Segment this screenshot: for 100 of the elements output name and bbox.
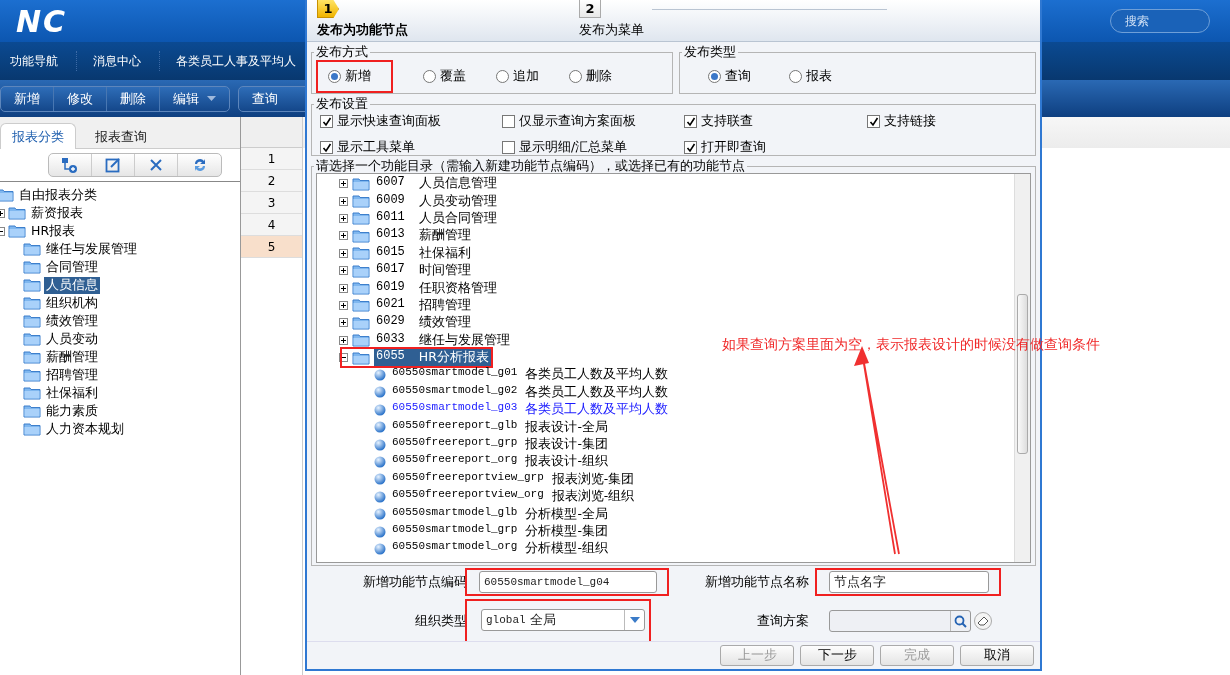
folder-icon (23, 350, 41, 364)
search-field[interactable]: 搜索 (1110, 9, 1210, 33)
radio-button[interactable] (328, 69, 341, 83)
tree-item[interactable]: 60550smartmodel_g02 各类员工人数及平均人数 (390, 383, 671, 401)
panel-tab[interactable]: 报表查询 (76, 123, 166, 149)
radio-button[interactable] (569, 69, 582, 83)
folder-icon (352, 211, 370, 226)
checkbox[interactable] (684, 141, 697, 154)
tree-item[interactable]: 60550smartmodel_grp 分析模型-集团 (390, 523, 610, 540)
tree-item[interactable]: 6009 人员变动管理 (374, 192, 499, 210)
tree-item[interactable]: 人员变动 (44, 330, 100, 348)
toolbar-button[interactable]: 删除 (107, 86, 160, 111)
checkbox[interactable] (502, 115, 515, 128)
radio-option[interactable]: 查询 (708, 67, 751, 85)
radio-option[interactable]: 删除 (569, 67, 612, 85)
expand-icon[interactable] (339, 266, 348, 276)
toolbar-button[interactable]: 新增 (1, 86, 54, 111)
tree-item[interactable]: HR报表 (29, 222, 78, 240)
node-icon (374, 386, 386, 399)
radio-option[interactable]: 覆盖 (423, 67, 466, 85)
checkbox-option[interactable]: 仅显示查询方案面板 (502, 113, 684, 130)
checkbox[interactable] (502, 141, 515, 154)
tree-item[interactable]: 6029 绩效管理 (374, 314, 473, 332)
tree-item[interactable]: 60550freereportview_grp 报表浏览-集团 (390, 470, 637, 488)
expand-icon[interactable] (339, 231, 348, 241)
tree-item[interactable]: 60550smartmodel_g01 各类员工人数及平均人数 (390, 366, 671, 384)
radio-option[interactable]: 新增 (328, 67, 371, 85)
search-icon[interactable] (954, 614, 967, 628)
tree-item[interactable]: 60550smartmodel_org 分析模型-组织 (390, 540, 610, 558)
toolbar-button[interactable]: 编辑 (160, 86, 229, 111)
nav-tab[interactable]: 功能导航 (0, 51, 77, 71)
eraser-icon[interactable] (974, 612, 992, 630)
group-legend: 请选择一个功能目录（需输入新建功能节点编码），或选择已有的功能节点 (314, 158, 747, 175)
tree-item[interactable]: 薪资报表 (29, 204, 85, 222)
tree-item[interactable]: 6015 社保福利 (374, 244, 473, 262)
checkbox-option[interactable]: 显示快速查询面板 (320, 113, 502, 130)
nav-tab[interactable]: 各类员工人事及平均人 (160, 51, 296, 71)
folder-icon (23, 314, 41, 328)
tree-item[interactable]: 继任与发展管理 (44, 240, 139, 258)
expand-icon[interactable] (339, 300, 348, 310)
tree-item[interactable]: 60550smartmodel_g03 各类员工人数及平均人数 (390, 401, 671, 419)
tree-item[interactable]: 自由报表分类 (17, 186, 99, 204)
node-icon (374, 490, 386, 503)
expand-icon[interactable] (339, 179, 348, 189)
text-field[interactable]: 60550smartmodel_g04 (479, 571, 657, 593)
expand-icon[interactable] (339, 213, 348, 223)
checkbox[interactable] (320, 141, 333, 154)
tree-item[interactable]: 能力素质 (44, 402, 100, 420)
tree-item[interactable]: 6007 人员信息管理 (374, 175, 499, 193)
radio-button[interactable] (496, 69, 509, 83)
tree-item[interactable]: 合同管理 (44, 258, 100, 276)
collapse-icon[interactable] (339, 353, 348, 363)
panel-tab[interactable]: 报表分类 (0, 123, 76, 149)
org-type-select[interactable]: global 全局 (481, 609, 645, 631)
tree-item[interactable]: 60550freereport_grp 报表设计-集团 (390, 436, 610, 454)
checkbox[interactable] (684, 115, 697, 128)
tree-item[interactable]: 绩效管理 (44, 312, 100, 330)
checkbox-option[interactable]: 支持链接 (867, 113, 1017, 130)
checkbox-option[interactable]: 显示明细/汇总菜单 (502, 139, 684, 156)
nav-tab[interactable]: 消息中心 (77, 51, 160, 71)
row-number: 1 (241, 148, 302, 170)
tree-item[interactable]: 6021 招聘管理 (374, 296, 473, 314)
expand-icon[interactable] (339, 318, 348, 328)
expand-icon[interactable] (339, 335, 348, 345)
tree-item[interactable]: 人员信息 (44, 276, 100, 294)
checkbox[interactable] (320, 115, 333, 128)
expand-icon[interactable] (339, 196, 348, 206)
checkbox-option[interactable]: 打开即查询 (684, 139, 867, 156)
tree-item[interactable]: 60550freereport_glb 报表设计-全局 (390, 418, 610, 436)
checkbox[interactable] (867, 115, 880, 128)
tree-item[interactable]: 6055 HR分析报表 (374, 349, 491, 367)
expand-icon[interactable] (339, 283, 348, 293)
toolbar-button[interactable]: 修改 (54, 86, 107, 111)
tree-item[interactable]: 组织机构 (44, 294, 100, 312)
tree-item[interactable]: 薪酬管理 (44, 348, 100, 366)
radio-option[interactable]: 报表 (789, 67, 832, 85)
dialog-button[interactable]: 取消 (960, 645, 1034, 666)
tree-item[interactable]: 6017 时间管理 (374, 262, 473, 280)
radio-button[interactable] (789, 69, 802, 83)
tree-item[interactable]: 6011 人员合同管理 (374, 209, 499, 227)
tree-item[interactable]: 人力资本规划 (44, 420, 126, 438)
tree-item[interactable]: 60550smartmodel_glb 分析模型-全局 (390, 505, 610, 523)
expand-icon[interactable] (339, 248, 348, 258)
tree-item[interactable]: 60550freereport_org 报表设计-组织 (390, 453, 610, 471)
checkbox-option[interactable]: 显示工具菜单 (320, 139, 502, 156)
tree-item[interactable]: 招聘管理 (44, 366, 100, 384)
dropdown-icon (629, 617, 640, 623)
radio-button[interactable] (708, 69, 721, 83)
query-scheme-field[interactable] (829, 610, 971, 632)
radio-button[interactable] (423, 69, 436, 83)
tree-item[interactable]: 6019 任职资格管理 (374, 279, 499, 297)
tree-item[interactable]: 社保福利 (44, 384, 100, 402)
text-field[interactable]: 节点名字 (829, 571, 989, 593)
tree-item[interactable]: 6033 继任与发展管理 (374, 331, 512, 349)
tree-item[interactable]: 6013 薪酬管理 (374, 227, 473, 245)
checkbox-option[interactable]: 支持联查 (684, 113, 867, 130)
tree-item[interactable]: 60550freereportview_org 报表浏览-组织 (390, 488, 637, 506)
dialog-button[interactable]: 下一步 (800, 645, 874, 666)
folder-icon (352, 228, 370, 243)
radio-option[interactable]: 追加 (496, 67, 539, 85)
